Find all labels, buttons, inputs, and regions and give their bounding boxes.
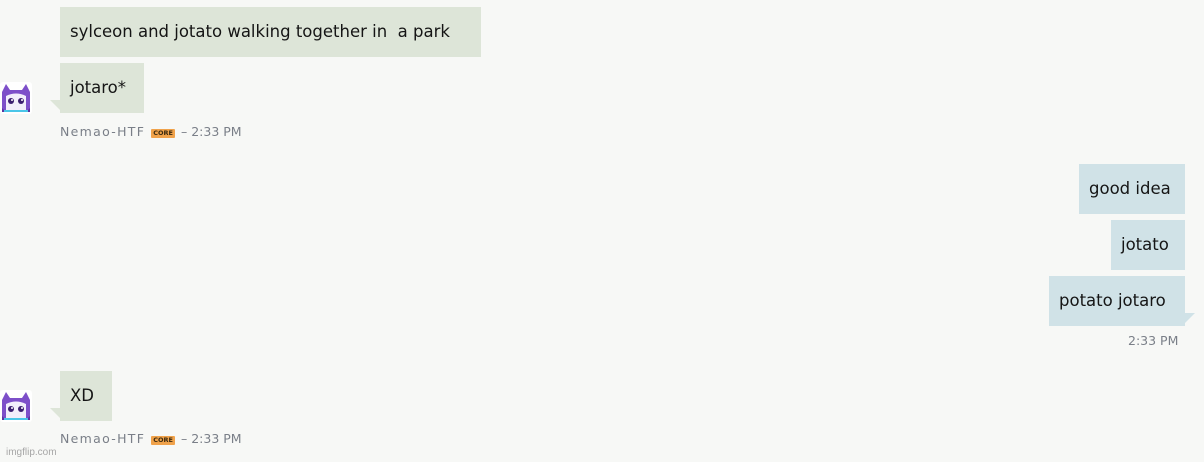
bubble-tail xyxy=(1185,313,1195,323)
message-timestamp: 2:33 PM xyxy=(191,124,242,139)
message-bubble-incoming: XD xyxy=(60,371,112,421)
core-badge: CORE xyxy=(151,436,175,445)
message-timestamp: 2:33 PM xyxy=(191,431,242,446)
bubble-tail xyxy=(50,100,60,110)
core-badge: CORE xyxy=(151,129,175,138)
message-meta: Nemao-HTF CORE –2:33 PM xyxy=(60,431,242,447)
message-timestamp: 2:33 PM xyxy=(1128,333,1179,348)
meta-separator: – xyxy=(180,124,188,139)
bubble-tail xyxy=(50,408,60,418)
meta-separator: – xyxy=(180,431,188,446)
user-avatar-icon[interactable] xyxy=(0,390,32,422)
sender-name[interactable]: Nemao-HTF xyxy=(60,431,145,446)
message-bubble-outgoing: jotato xyxy=(1111,220,1185,270)
message-meta: Nemao-HTF CORE –2:33 PM xyxy=(60,124,242,140)
message-bubble-incoming: jotaro* xyxy=(60,63,144,113)
sender-name[interactable]: Nemao-HTF xyxy=(60,124,145,139)
message-bubble-outgoing: good idea xyxy=(1079,164,1185,214)
message-bubble-outgoing: potato jotaro xyxy=(1049,276,1185,326)
user-avatar-icon[interactable] xyxy=(0,82,32,114)
message-bubble-incoming: sylceon and jotato walking together in a… xyxy=(60,7,481,57)
watermark: imgflip.com xyxy=(6,447,57,458)
